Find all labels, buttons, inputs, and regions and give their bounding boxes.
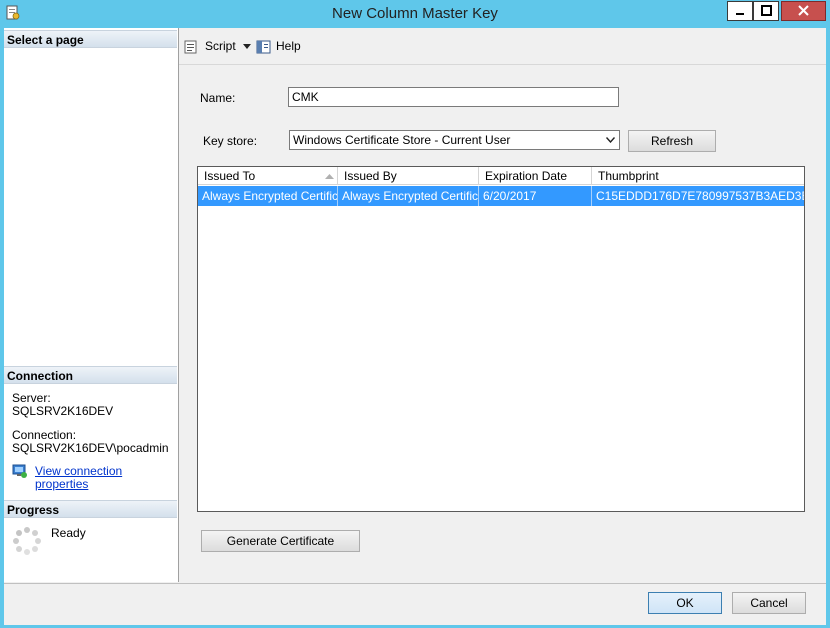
help-label: Help	[276, 39, 301, 53]
left-pane: Select a page Connection Server: SQLSRV2…	[4, 28, 179, 582]
certificate-table[interactable]: Issued To Issued By Expiration Date Thum…	[197, 166, 805, 512]
ok-button[interactable]: OK	[648, 592, 722, 614]
minimize-button[interactable]	[727, 1, 753, 21]
cell-thumbprint: C15EDDD176D7E780997537B3AED3E...	[596, 189, 804, 203]
sort-ascending-icon	[325, 174, 334, 179]
help-button[interactable]: Help	[256, 38, 302, 56]
connection-value: SQLSRV2K16DEV\pocadmin	[12, 441, 169, 455]
refresh-button[interactable]: Refresh	[628, 130, 716, 152]
chevron-down-icon	[606, 137, 615, 143]
maximize-button[interactable]	[753, 1, 779, 21]
progress-header: Progress	[4, 500, 177, 518]
toolbar: Script Help	[179, 30, 826, 65]
cell-expiration-date: 6/20/2017	[479, 186, 592, 206]
key-store-selected-value: Windows Certificate Store - Current User	[293, 133, 511, 147]
name-label: Name:	[200, 91, 236, 105]
key-store-dropdown[interactable]: Windows Certificate Store - Current User	[289, 130, 620, 150]
script-icon	[184, 40, 197, 54]
close-button[interactable]	[781, 1, 826, 21]
close-icon	[798, 5, 809, 16]
view-connection-properties-link[interactable]: View connection properties	[35, 465, 178, 491]
window-title: New Column Master Key	[332, 5, 498, 22]
maximize-icon	[761, 5, 772, 16]
key-store-label: Key store:	[203, 134, 258, 148]
column-header-thumbprint[interactable]: Thumbprint	[592, 167, 804, 185]
help-icon	[256, 40, 271, 54]
connection-header: Connection	[4, 366, 177, 384]
cell-issued-by: Always Encrypted Certific...	[338, 186, 479, 206]
generate-certificate-button[interactable]: Generate Certificate	[201, 530, 360, 552]
cancel-button[interactable]: Cancel	[732, 592, 806, 614]
progress-status: Ready	[51, 526, 86, 540]
server-value: SQLSRV2K16DEV	[12, 404, 114, 418]
table-row[interactable]: Always Encrypted Certific... Always Encr…	[198, 186, 804, 206]
column-header-issued-to[interactable]: Issued To	[198, 167, 338, 185]
column-header-issued-by[interactable]: Issued By	[338, 167, 479, 185]
column-header-expiration-date[interactable]: Expiration Date	[479, 167, 592, 185]
script-button[interactable]: Script	[183, 38, 251, 56]
script-label: Script	[205, 39, 236, 53]
select-page-header: Select a page	[4, 30, 177, 48]
minimize-icon	[736, 13, 744, 15]
name-field[interactable]: CMK	[288, 87, 619, 107]
progress-spinner-icon	[12, 526, 42, 556]
connection-properties-icon	[12, 463, 28, 479]
chevron-down-icon[interactable]	[243, 44, 251, 49]
cell-issued-to: Always Encrypted Certific...	[198, 186, 338, 206]
